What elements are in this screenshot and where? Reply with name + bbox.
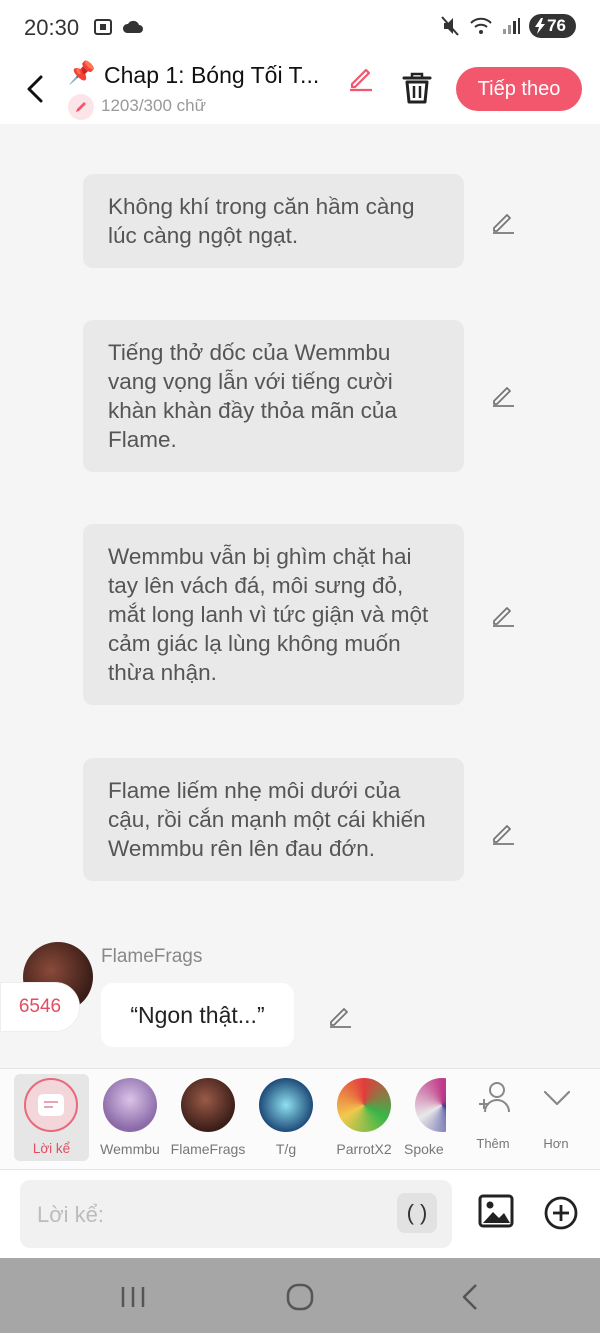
next-button[interactable]: Tiếp theo: [456, 67, 582, 111]
character-bar: Lời kể Wemmbu FlameFrags T/g ParrotX2 Sp…: [0, 1068, 600, 1170]
character-wemmbu[interactable]: Wemmbu: [92, 1074, 168, 1161]
narration-bubble[interactable]: Tiếng thở dốc của Wemmbu vang vọng lẫn v…: [83, 320, 464, 472]
word-count: 1203/300 chữ: [101, 96, 206, 115]
battery-indicator: 76: [529, 14, 576, 38]
home-button[interactable]: [285, 1282, 315, 1312]
back-icon: [462, 1284, 477, 1310]
input-bar: Lời kể: ( ): [0, 1170, 600, 1258]
avatar: [259, 1078, 313, 1132]
more-button[interactable]: Hơn: [528, 1074, 584, 1161]
pin-icon: 📌: [68, 60, 96, 85]
cloud-icon: [122, 20, 143, 33]
edit-icon[interactable]: [490, 602, 516, 628]
edit-icon[interactable]: [490, 382, 516, 408]
back-button[interactable]: [20, 72, 50, 106]
chapter-title: Chap 1: Bóng Tối T...: [104, 62, 320, 88]
character-name: FlameFrags: [101, 946, 203, 967]
avatar: [103, 1078, 157, 1132]
character-tg[interactable]: T/g: [248, 1074, 324, 1161]
home-icon: [286, 1283, 314, 1311]
edit-icon[interactable]: [327, 1003, 353, 1029]
narration-input[interactable]: Lời kể: ( ): [20, 1180, 452, 1248]
add-character-button[interactable]: Thêm: [465, 1074, 521, 1161]
narration-tab[interactable]: Lời kể: [14, 1074, 89, 1161]
mute-icon: [441, 16, 459, 36]
status-bar: 20:30 76: [0, 0, 600, 56]
edit-icon[interactable]: [490, 820, 516, 846]
edit-icon[interactable]: [490, 209, 516, 235]
wifi-icon: [470, 17, 492, 34]
recent-apps-button[interactable]: [118, 1282, 148, 1312]
status-time: 20:30: [24, 15, 80, 40]
count-badge[interactable]: 6546: [0, 982, 80, 1032]
add-circle-icon[interactable]: [543, 1195, 579, 1231]
chevron-down-icon: [543, 1090, 571, 1106]
trash-icon[interactable]: [400, 70, 434, 106]
chevron-left-icon: [27, 75, 43, 103]
narration-bubble[interactable]: Wemmbu vẫn bị ghìm chặt hai tay lên vách…: [83, 524, 464, 705]
narration-icon: [24, 1078, 78, 1132]
avatar: [181, 1078, 235, 1132]
signal-icon: [503, 18, 521, 34]
avatar: [415, 1078, 446, 1132]
character-flamefrags[interactable]: FlameFrags: [170, 1074, 246, 1161]
image-icon[interactable]: [477, 1192, 515, 1230]
charging-icon: [535, 18, 546, 34]
add-user-icon: [479, 1082, 510, 1113]
chapter-header: 📌 Chap 1: Bóng Tối T... 1203/300 chữ Tiế…: [0, 56, 600, 124]
dialogue-bubble[interactable]: “Ngon thật...”: [101, 983, 294, 1047]
parentheses-button[interactable]: ( ): [397, 1193, 437, 1233]
recent-apps-icon: [121, 1287, 145, 1307]
avatar: [337, 1078, 391, 1132]
character-spoke[interactable]: Spoke: [404, 1074, 446, 1161]
pencil-icon: [68, 94, 94, 120]
edit-title-icon[interactable]: [346, 62, 376, 92]
narration-bubble[interactable]: Flame liếm nhẹ môi dưới của cậu, rồi cắn…: [83, 758, 464, 881]
chat-area: Không khí trong căn hầm càng lúc càng ng…: [0, 124, 600, 1068]
screenshot-icon: [94, 19, 112, 35]
narration-bubble[interactable]: Không khí trong căn hầm càng lúc càng ng…: [83, 174, 464, 268]
navigation-bar: [0, 1258, 600, 1333]
back-nav-button[interactable]: [455, 1282, 485, 1312]
character-parrotx2[interactable]: ParrotX2: [326, 1074, 402, 1161]
